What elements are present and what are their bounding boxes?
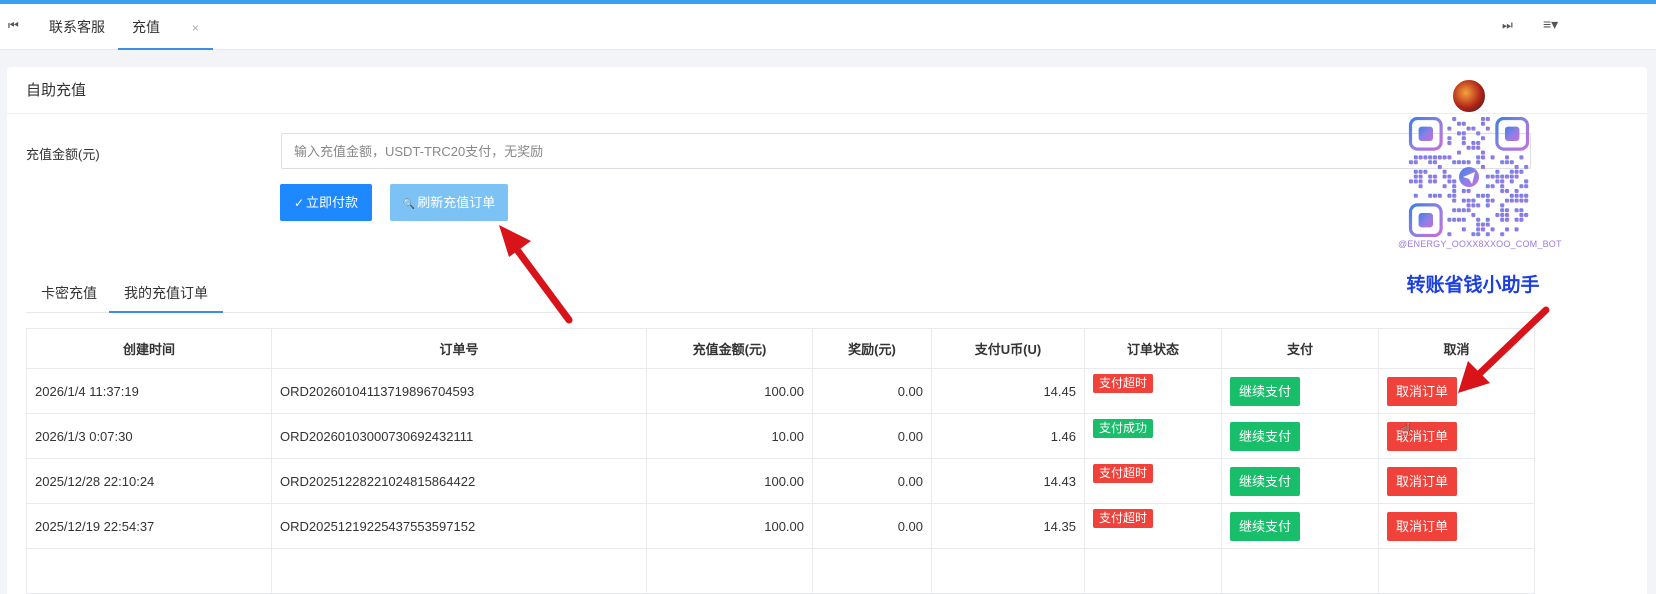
refresh-orders-button[interactable]: 🔍 刷新充值订单: [390, 184, 508, 221]
status-badge: 支付超时: [1093, 508, 1154, 528]
bot-avatar: [1451, 78, 1487, 114]
order-number: ORD20260104113719896704593: [271, 368, 647, 414]
recharge-amount: 100.00: [646, 458, 813, 504]
order-number: ORD20260103000730692432111: [271, 413, 647, 459]
status-cell: [1084, 548, 1222, 594]
usdt-amount: 1.46: [931, 413, 1085, 459]
qr-code: [1408, 117, 1530, 237]
table-row: [26, 548, 1535, 594]
order-number: [271, 548, 647, 594]
status-cell: 支付超时: [1084, 503, 1222, 549]
status-cell: 支付超时: [1084, 458, 1222, 504]
created-time: 2026/1/3 0:07:30: [26, 413, 272, 459]
recharge-amount: 10.00: [646, 413, 813, 459]
tab-customer-service[interactable]: 联系客服: [49, 4, 105, 50]
status-badge: 支付超时: [1093, 373, 1154, 393]
recharge-subtabs: 卡密充值 我的充值订单: [26, 273, 1536, 313]
tab-label: 联系客服: [49, 19, 105, 35]
recharge-card: 自助充值 充值金额(元) ✓立即付款 🔍刷新充值订单 卡密充值 我的充值订单 创…: [7, 67, 1647, 594]
pay-cell: 继续支付: [1221, 503, 1379, 549]
first-tab-icon[interactable]: ⏮: [8, 18, 19, 33]
pay-now-label: 立即付款: [306, 195, 359, 210]
usdt-amount: [931, 548, 1085, 594]
cancel-cell: 取消订单: [1378, 503, 1535, 549]
promo-caption: 转账省钱小助手: [1406, 275, 1540, 296]
recharge-amount: [646, 548, 813, 594]
status-cell: 支付超时: [1084, 368, 1222, 414]
cancel-order-button[interactable]: 取消订单: [1387, 511, 1458, 541]
created-time: 2025/12/19 22:54:37: [26, 503, 272, 549]
amount-input[interactable]: [281, 133, 1531, 169]
search-icon: 🔍: [402, 199, 416, 210]
pay-cell: 继续支付: [1221, 458, 1379, 504]
cancel-order-button[interactable]: 取消订单: [1387, 421, 1458, 451]
continue-pay-button[interactable]: 继续支付: [1230, 376, 1301, 406]
tab-my-orders[interactable]: 我的充值订单: [109, 273, 223, 313]
reward-amount: [812, 548, 932, 594]
pay-cell: 继续支付: [1221, 413, 1379, 459]
cancel-order-button[interactable]: 取消订单: [1387, 376, 1458, 406]
column-header: 支付U币(U): [931, 328, 1085, 369]
pay-cell: 继续支付: [1221, 368, 1379, 414]
reward-amount: 0.00: [812, 458, 932, 504]
bot-handle: @ENERGY_OOXX8XXOO_COM_BOT: [1398, 239, 1562, 249]
order-number: ORD20251219225437553597152: [271, 503, 647, 549]
created-time: 2025/12/28 22:10:24: [26, 458, 272, 504]
continue-pay-button[interactable]: 继续支付: [1230, 421, 1301, 451]
orders-table: 创建时间 订单号 充值金额(元) 奖励(元) 支付U币(U) 订单状态 支付 取…: [26, 328, 1535, 594]
continue-pay-button[interactable]: 继续支付: [1230, 511, 1301, 541]
reward-amount: 0.00: [812, 503, 932, 549]
cancel-cell: [1378, 548, 1535, 594]
subtab-label: 我的充值订单: [124, 285, 208, 301]
recharge-amount: 100.00: [646, 503, 813, 549]
tab-recharge[interactable]: 充值 ×: [118, 4, 213, 50]
subtab-label: 卡密充值: [41, 285, 97, 301]
pay-now-button[interactable]: ✓ 立即付款: [280, 184, 372, 221]
reward-amount: 0.00: [812, 413, 932, 459]
usdt-amount: 14.45: [931, 368, 1085, 414]
status-badge: 支付成功: [1093, 418, 1154, 438]
created-time: 2026/1/4 11:37:19: [26, 368, 272, 414]
table-header-row: 创建时间 订单号 充值金额(元) 奖励(元) 支付U币(U) 订单状态 支付 取…: [26, 328, 1535, 369]
close-icon[interactable]: ×: [192, 21, 199, 35]
column-header: 取消: [1378, 328, 1535, 369]
column-header: 支付: [1221, 328, 1379, 369]
cancel-order-button[interactable]: 取消订单: [1387, 466, 1458, 496]
table-row: 2026/1/3 0:07:30 ORD202601030007306924321…: [26, 413, 1535, 459]
status-cell: 支付成功: [1084, 413, 1222, 459]
column-header: 充值金额(元): [646, 328, 813, 369]
tab-label: 充值: [132, 19, 160, 35]
cancel-cell: 取消订单: [1378, 368, 1535, 414]
created-time: [26, 548, 272, 594]
refresh-orders-label: 刷新充值订单: [417, 195, 496, 210]
hand-cursor-icon: ☝: [1400, 420, 1411, 440]
menu-icon[interactable]: ≡▾: [1543, 16, 1558, 33]
check-circle-icon: ✓: [293, 196, 305, 210]
status-badge: 支付超时: [1093, 463, 1154, 483]
column-header: 订单号: [271, 328, 647, 369]
tab-bar: ⏮ 联系客服 充值 × ⏭ ≡▾: [0, 4, 1656, 50]
pay-cell: [1221, 548, 1379, 594]
column-header: 奖励(元): [812, 328, 932, 369]
tab-card-recharge[interactable]: 卡密充值: [41, 273, 97, 313]
usdt-amount: 14.43: [931, 458, 1085, 504]
cancel-cell: 取消订单: [1378, 458, 1535, 504]
reward-amount: 0.00: [812, 368, 932, 414]
usdt-amount: 14.35: [931, 503, 1085, 549]
table-row: 2025/12/19 22:54:37 ORD202512192254375535…: [26, 503, 1535, 549]
continue-pay-button[interactable]: 继续支付: [1230, 466, 1301, 496]
column-header: 订单状态: [1084, 328, 1222, 369]
amount-label: 充值金额(元): [26, 147, 100, 162]
table-row: 2026/1/4 11:37:19 ORD20260104113719896704…: [26, 368, 1535, 414]
page-title: 自助充值: [7, 67, 1647, 114]
table-row: 2025/12/28 22:10:24 ORD202512282210248158…: [26, 458, 1535, 504]
order-number: ORD20251228221024815864422: [271, 458, 647, 504]
recharge-amount: 100.00: [646, 368, 813, 414]
column-header: 创建时间: [26, 328, 272, 369]
last-tab-icon[interactable]: ⏭: [1502, 18, 1513, 33]
